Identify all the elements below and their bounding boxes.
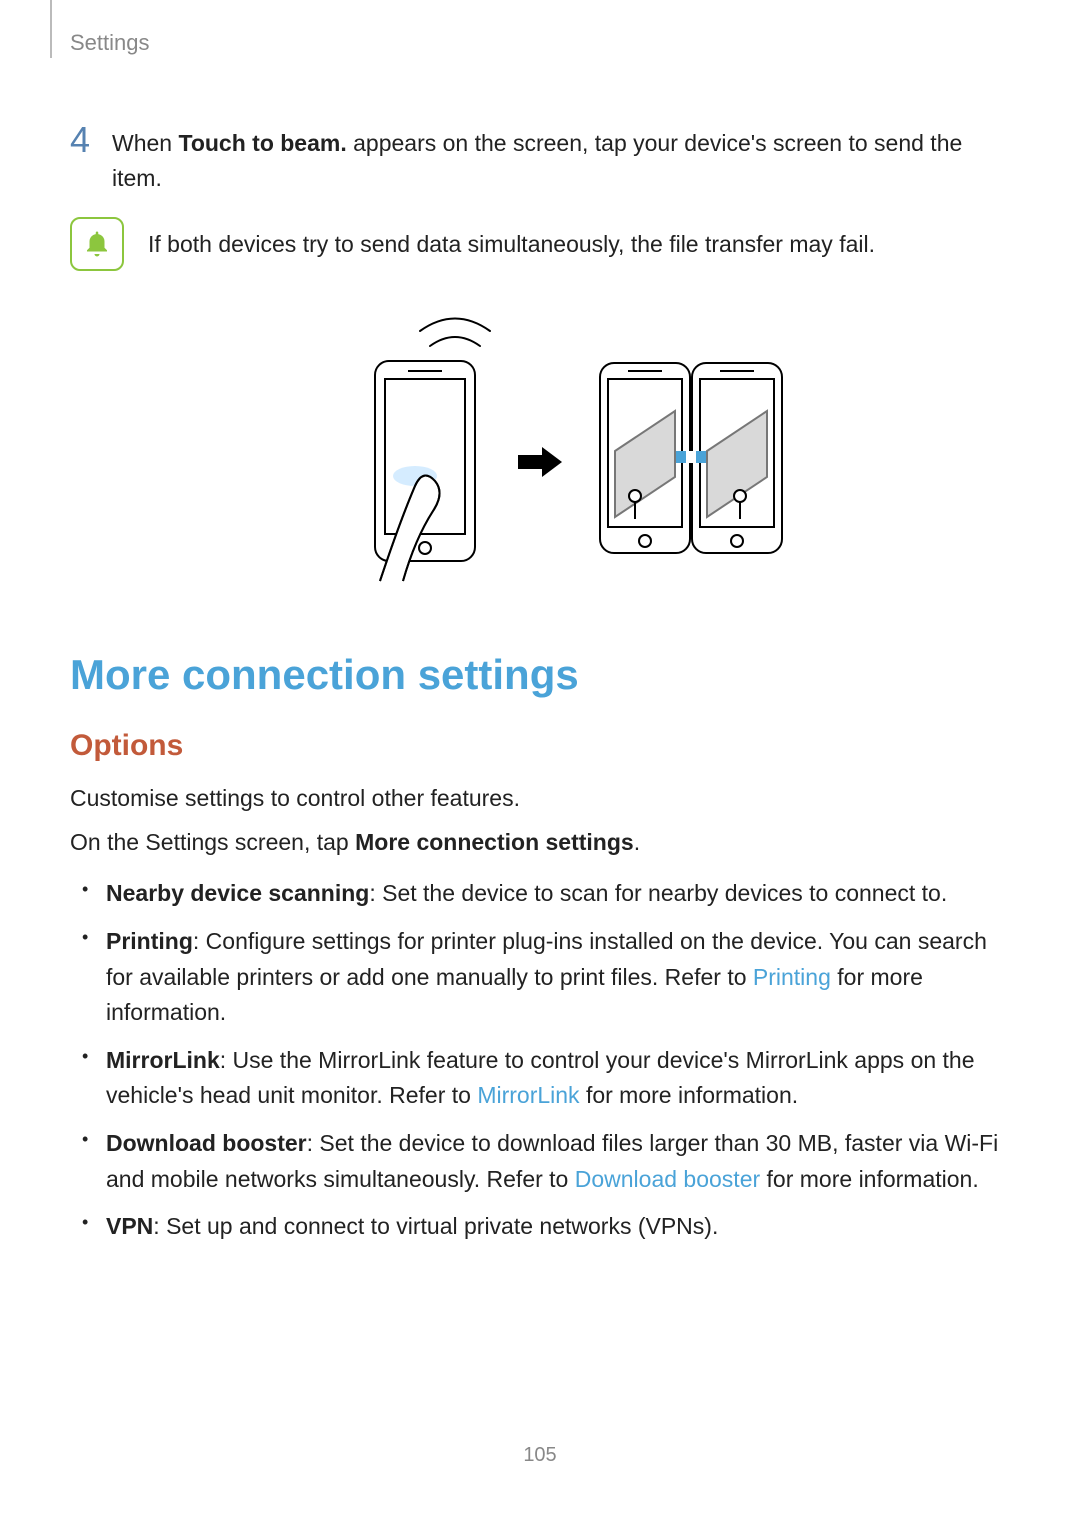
opt-dl-d2: for more information. — [760, 1166, 979, 1192]
options-nav: On the Settings screen, tap More connect… — [70, 825, 1010, 861]
step-text: When Touch to beam. appears on the scree… — [106, 126, 1010, 195]
opt-mirror-title: MirrorLink — [106, 1047, 220, 1073]
page-content: Settings 4 When Touch to beam. appears o… — [0, 0, 1080, 1277]
link-mirrorlink[interactable]: MirrorLink — [477, 1082, 579, 1108]
link-printing[interactable]: Printing — [753, 964, 831, 990]
step-bold: Touch to beam. — [178, 130, 346, 156]
opt-nearby: Nearby device scanning: Set the device t… — [106, 876, 1010, 912]
note-text: If both devices try to send data simulta… — [148, 227, 875, 262]
opt-vpn-desc: : Set up and connect to virtual private … — [153, 1213, 718, 1239]
opt-printing-title: Printing — [106, 928, 193, 954]
options-list: Nearby device scanning: Set the device t… — [70, 876, 1010, 1245]
options-intro: Customise settings to control other feat… — [70, 781, 1010, 817]
note: If both devices try to send data simulta… — [70, 217, 1010, 271]
step-number: 4 — [70, 122, 106, 158]
page-number: 105 — [0, 1444, 1080, 1467]
heading-options: Options — [70, 729, 1010, 763]
opt-nearby-title: Nearby device scanning — [106, 880, 369, 906]
running-header: Settings — [70, 30, 1010, 56]
opt-dl-title: Download booster — [106, 1130, 307, 1156]
p2-post: . — [634, 829, 640, 855]
p2-pre: On the Settings screen, tap — [70, 829, 355, 855]
opt-printing: Printing: Configure settings for printer… — [106, 924, 1010, 1031]
step-pre: When — [112, 130, 178, 156]
step-4: 4 When Touch to beam. appears on the scr… — [70, 126, 1010, 195]
opt-vpn-title: VPN — [106, 1213, 153, 1239]
opt-mirror-d2: for more information. — [580, 1082, 799, 1108]
p2-bold: More connection settings — [355, 829, 634, 855]
beam-illustration — [70, 301, 1010, 591]
opt-nearby-desc: : Set the device to scan for nearby devi… — [369, 880, 947, 906]
opt-vpn: VPN: Set up and connect to virtual priva… — [106, 1209, 1010, 1245]
opt-mirrorlink: MirrorLink: Use the MirrorLink feature t… — [106, 1043, 1010, 1114]
heading-more-connection-settings: More connection settings — [70, 651, 1010, 699]
link-download-booster[interactable]: Download booster — [575, 1166, 760, 1192]
header-rule — [50, 0, 52, 58]
opt-download-booster: Download booster: Set the device to down… — [106, 1126, 1010, 1197]
note-bell-icon — [70, 217, 124, 271]
